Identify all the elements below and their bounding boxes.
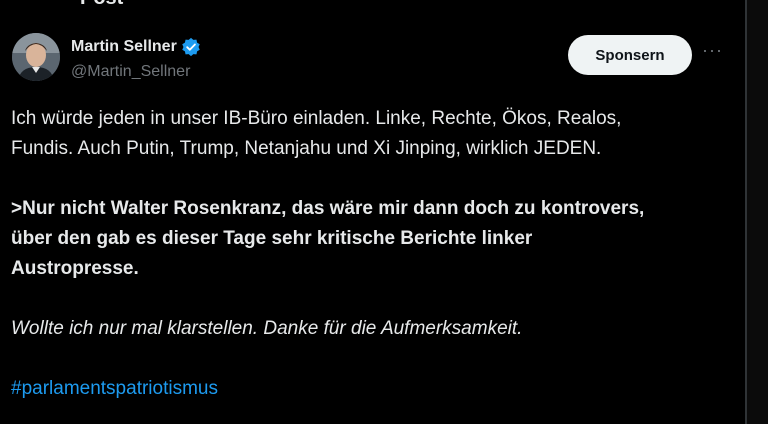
tweet-line: Fundis. Auch Putin, Trump, Netanjahu und… <box>11 138 602 159</box>
tweet-line: >Nur nicht Walter Rosenkranz, das wäre m… <box>11 198 645 219</box>
author-display-name[interactable]: Martin Sellner <box>71 37 201 57</box>
author-handle[interactable]: @Martin_Sellner <box>71 63 190 81</box>
tweet-paragraph-2: >Nur nicht Walter Rosenkranz, das wäre m… <box>11 194 736 284</box>
more-options-icon[interactable]: ··· <box>702 40 723 61</box>
tweet-paragraph-3: Wollte ich nur mal klarstellen. Danke fü… <box>11 314 736 344</box>
tweet-paragraph-1: Ich würde jeden in unser IB-Büro einlade… <box>11 104 736 164</box>
author-name-text: Martin Sellner <box>71 38 177 55</box>
right-sidebar-edge <box>747 0 768 424</box>
sponsor-button[interactable]: Sponsern <box>568 35 692 75</box>
hashtag-link[interactable]: #parlamentspatriotismus <box>11 374 218 404</box>
verified-badge-icon[interactable] <box>181 37 201 57</box>
tweet-line: Ich würde jeden in unser IB-Büro einlade… <box>11 108 622 129</box>
page-title: Post <box>80 0 123 8</box>
tweet-line: Wollte ich nur mal klarstellen. Danke fü… <box>11 318 523 339</box>
avatar[interactable] <box>12 33 60 81</box>
arrow-left-icon[interactable]: ← <box>10 0 32 2</box>
tweet-line: über den gab es dieser Tage sehr kritisc… <box>11 228 533 249</box>
tweet-line: Austropresse. <box>11 258 139 279</box>
avatar-image <box>12 33 60 81</box>
post-header: ← Post <box>0 0 745 16</box>
